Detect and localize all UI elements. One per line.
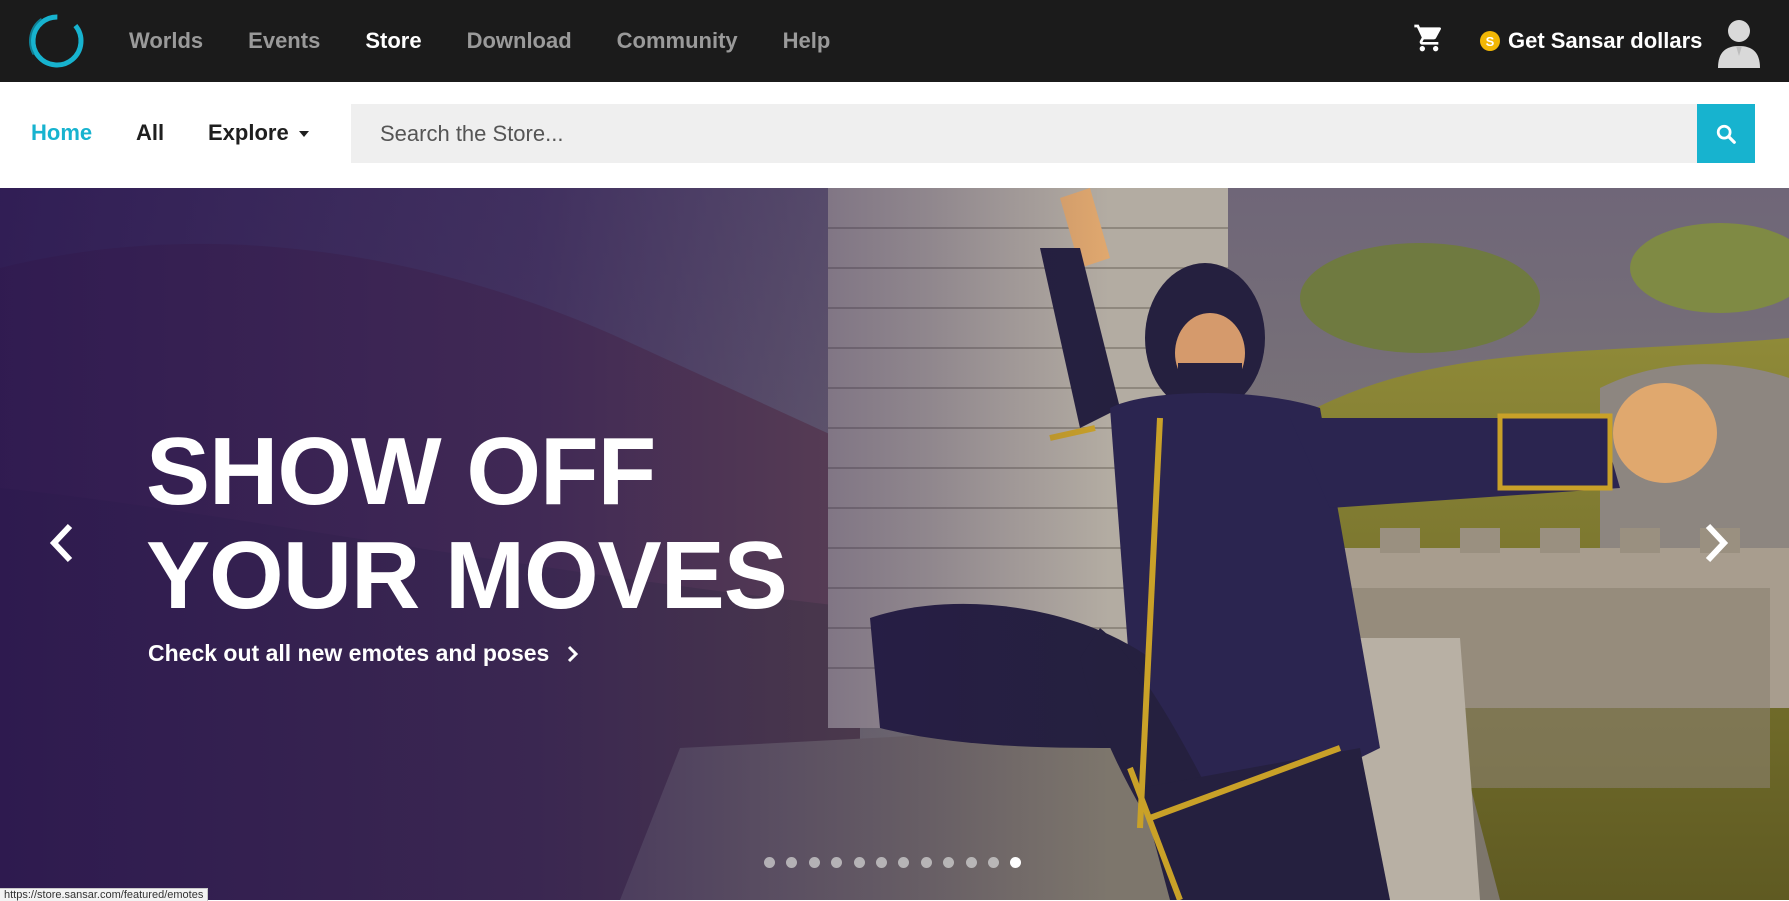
carousel-dot[interactable] (1010, 857, 1022, 868)
nav-store[interactable]: Store (365, 28, 421, 54)
top-nav: Worlds Events Store Download Community H… (0, 0, 1789, 82)
carousel-dot[interactable] (875, 857, 887, 868)
tab-explore[interactable]: Explore (208, 120, 309, 146)
carousel-pagination (764, 857, 1033, 868)
nav-help[interactable]: Help (783, 28, 831, 54)
nav-download[interactable]: Download (467, 28, 572, 54)
main-nav: Worlds Events Store Download Community H… (129, 0, 875, 82)
carousel-dot[interactable] (831, 857, 843, 868)
carousel-next-arrow-icon[interactable] (1698, 518, 1734, 568)
chevron-right-icon (568, 645, 579, 662)
carousel-dot[interactable] (920, 857, 932, 868)
get-sansar-dollars-link[interactable]: S Get Sansar dollars (1480, 22, 1702, 60)
hero-cta-link[interactable]: Check out all new emotes and poses (148, 640, 583, 667)
carousel-dot[interactable] (853, 857, 865, 868)
tab-home[interactable]: Home (31, 120, 92, 146)
tab-all[interactable]: All (136, 120, 164, 146)
carousel-dot[interactable] (898, 857, 910, 868)
sansar-logo-icon[interactable] (27, 11, 87, 71)
shopping-cart-icon[interactable] (1413, 22, 1445, 54)
caret-down-icon (298, 131, 309, 138)
store-search-input[interactable] (351, 104, 1697, 163)
get-sansar-dollars-label: Get Sansar dollars (1508, 28, 1703, 53)
carousel-dot[interactable] (786, 857, 798, 868)
hero-headline-line1: SHOW OFF (146, 418, 656, 525)
carousel-dot[interactable] (987, 857, 999, 868)
store-subnav: Home All Explore (0, 82, 1789, 188)
nav-events[interactable]: Events (248, 28, 320, 54)
sansar-coin-icon: S (1480, 31, 1500, 51)
nav-worlds[interactable]: Worlds (129, 28, 203, 54)
carousel-prev-arrow-icon[interactable] (44, 518, 80, 568)
hero-headline: SHOW OFF YOUR MOVES (146, 420, 866, 628)
tab-explore-label: Explore (208, 120, 289, 145)
hero-cta-label: Check out all new emotes and poses (148, 640, 550, 666)
carousel-dot[interactable] (965, 857, 977, 868)
user-avatar-icon[interactable] (1716, 16, 1762, 68)
search-button[interactable] (1697, 104, 1755, 163)
carousel-dot[interactable] (764, 857, 775, 868)
status-bar-url: https://store.sansar.com/featured/emotes (0, 888, 209, 901)
hero-headline-line2: YOUR MOVES (146, 522, 788, 629)
carousel-dot[interactable] (943, 857, 955, 868)
search-icon (1716, 124, 1736, 144)
carousel-dot[interactable] (808, 857, 820, 868)
nav-community[interactable]: Community (617, 28, 738, 54)
hero-carousel[interactable]: SHOW OFF YOUR MOVES Check out all new em… (0, 188, 1789, 900)
